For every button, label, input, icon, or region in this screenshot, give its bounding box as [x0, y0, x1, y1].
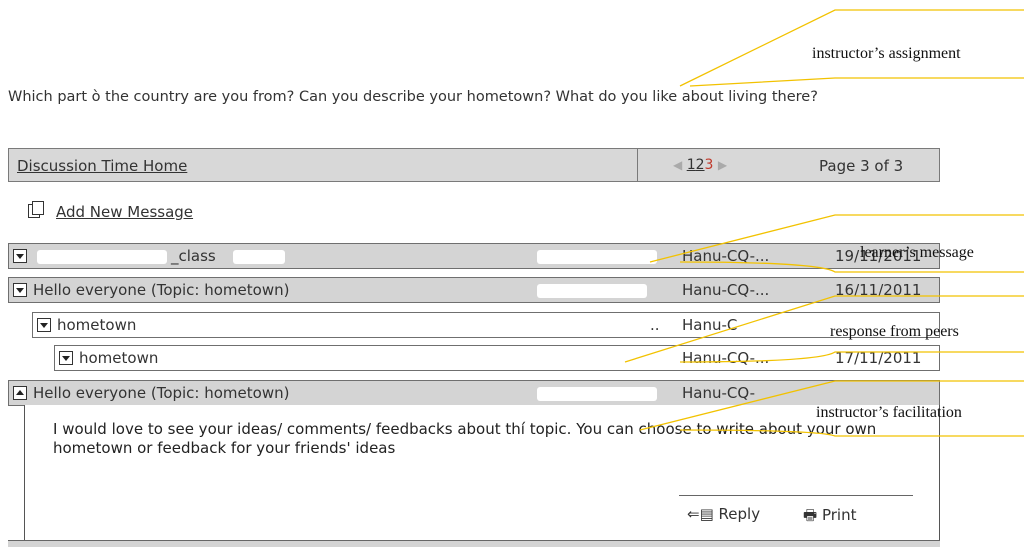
- actions-divider: [679, 495, 913, 496]
- next-page-arrow-icon[interactable]: ▶: [718, 158, 727, 172]
- callout-facilitation: instructor’s facilitation: [816, 404, 962, 421]
- message-author: Hanu-CQ-...: [682, 247, 770, 265]
- truncation-dots: ..: [650, 316, 660, 334]
- message-author: Hanu-CQ-...: [682, 349, 770, 367]
- page-current-3: 3: [704, 157, 714, 173]
- discussion-header-bar: Discussion Time Home ◀ 123 ▶ Page 3 of 3: [8, 148, 940, 182]
- thread-row-reply[interactable]: hometown Hanu-CQ-... 17/11/2011: [54, 345, 940, 371]
- expand-toggle-icon[interactable]: [13, 249, 27, 263]
- thread-row-reply[interactable]: hometown .. Hanu-C: [32, 312, 940, 338]
- page-link-1[interactable]: 1: [687, 157, 696, 173]
- page-link-2[interactable]: 2: [696, 157, 705, 173]
- reply-icon: ⇐▤: [687, 505, 714, 523]
- callout-assignment: instructor’s assignment: [812, 45, 961, 62]
- thread-row[interactable]: _class Hanu-CQ-... 19/11/2011: [8, 243, 940, 269]
- header-divider: [637, 149, 638, 181]
- message-body-panel: I would love to see your ideas/ comments…: [24, 405, 940, 546]
- message-subject[interactable]: Hello everyone (Topic: hometown): [33, 384, 289, 402]
- reply-label: Reply: [718, 505, 761, 523]
- assignment-question: Which part ò the country are you from? C…: [8, 89, 818, 105]
- expand-toggle-icon[interactable]: [59, 351, 73, 365]
- message-subject[interactable]: Hello everyone (Topic: hometown): [33, 281, 289, 299]
- thread-row[interactable]: Hello everyone (Topic: hometown) Hanu-CQ…: [8, 277, 940, 303]
- pager: ◀ 123 ▶: [673, 157, 727, 173]
- redacted-name: [233, 250, 285, 264]
- message-author: Hanu-C: [682, 316, 738, 334]
- reply-button[interactable]: ⇐▤ Reply: [687, 505, 760, 523]
- message-date: 17/11/2011: [835, 349, 922, 367]
- thread-row-expanded[interactable]: Hello everyone (Topic: hometown) Hanu-CQ…: [8, 380, 940, 406]
- message-author: Hanu-CQ-: [682, 384, 756, 402]
- message-date: 16/11/2011: [835, 281, 922, 299]
- message-subject[interactable]: hometown: [57, 316, 136, 334]
- new-message-icon: [28, 201, 44, 218]
- discussion-home-link[interactable]: Discussion Time Home: [17, 157, 187, 175]
- callout-learner-message: learner’s message: [860, 244, 974, 261]
- message-subject[interactable]: _class: [171, 247, 216, 265]
- redacted-author: [537, 387, 657, 401]
- page-indicator: Page 3 of 3: [819, 157, 904, 175]
- add-new-message-label[interactable]: Add New Message: [56, 203, 193, 221]
- printer-icon: 🖶: [803, 506, 818, 524]
- expand-toggle-icon[interactable]: [37, 318, 51, 332]
- redacted-author: [537, 250, 657, 264]
- expand-toggle-icon[interactable]: [13, 283, 27, 297]
- message-body-text: I would love to see your ideas/ comments…: [53, 420, 877, 457]
- print-button[interactable]: 🖶 Print: [803, 505, 856, 530]
- message-author: Hanu-CQ-...: [682, 281, 770, 299]
- callout-peer-response: response from peers: [830, 323, 959, 340]
- prev-page-arrow-icon[interactable]: ◀: [673, 158, 682, 172]
- redacted-author: [537, 284, 647, 298]
- print-label: Print: [821, 506, 857, 524]
- redacted-name: [37, 250, 167, 264]
- collapse-toggle-icon[interactable]: [13, 386, 27, 400]
- message-subject[interactable]: hometown: [79, 349, 158, 367]
- add-new-message[interactable]: Add New Message: [28, 201, 193, 221]
